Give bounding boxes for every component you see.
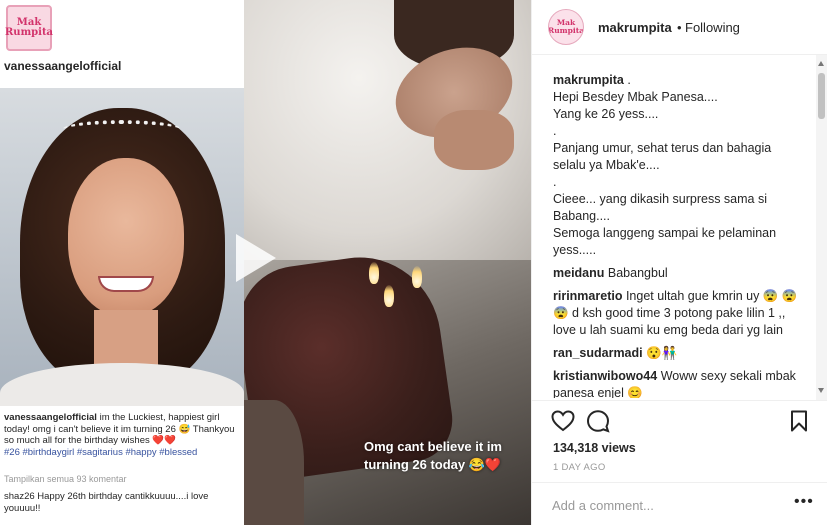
tiara xyxy=(62,120,182,140)
comment-item: meidanu Babangbul xyxy=(553,266,668,280)
comments-list: makrumpita . Hepi Besdey Mbak Panesa....… xyxy=(553,72,803,398)
reposted-post-header: Mak Rumpita vanessaangelofficial xyxy=(0,0,244,88)
view-count[interactable]: 134,318 views xyxy=(553,441,636,455)
candle-flame xyxy=(412,266,422,288)
instagram-post-view: Mak Rumpita vanessaangelofficial vanessa… xyxy=(0,0,827,525)
scroll-down-arrow-icon[interactable] xyxy=(818,388,824,393)
play-icon[interactable] xyxy=(236,234,276,282)
post-side-panel: Mak Rumpita makrumpita • Following makru… xyxy=(531,0,827,525)
like-heart-icon[interactable] xyxy=(551,409,575,433)
separator-dot: • xyxy=(677,20,682,35)
mak-rumpita-logo: Mak Rumpita xyxy=(5,5,53,51)
caption-username[interactable]: makrumpita xyxy=(553,73,624,87)
candle-flame xyxy=(369,262,379,284)
post-caption: makrumpita . Hepi Besdey Mbak Panesa....… xyxy=(553,73,777,257)
reposted-caption: vanessaangelofficial im the Luckiest, ha… xyxy=(4,412,235,458)
post-date[interactable]: 1 DAY AGO xyxy=(553,462,606,473)
view-all-comments: Tampilkan semua 93 komentar xyxy=(4,474,127,484)
video-overlay-text: Omg cant believe it im turning 26 today … xyxy=(364,439,502,472)
candle-flame xyxy=(384,285,394,307)
portrait-photo xyxy=(0,88,244,406)
action-bar xyxy=(532,400,827,440)
comment-bubble-icon[interactable] xyxy=(586,409,610,433)
add-comment-bar: ••• xyxy=(532,482,827,525)
more-options-icon[interactable]: ••• xyxy=(794,493,814,511)
comment-username[interactable]: ririnmaretio xyxy=(553,289,622,303)
comment-username[interactable]: kristianwibowo44 xyxy=(553,369,657,383)
comment-item: ran_sudarmadi 😯👫 xyxy=(553,346,678,360)
reposted-photo-panel: Mak Rumpita vanessaangelofficial vanessa… xyxy=(0,0,244,525)
scrollbar[interactable] xyxy=(816,55,827,400)
following-button[interactable]: Following xyxy=(685,20,740,35)
scroll-up-arrow-icon[interactable] xyxy=(818,61,824,66)
video-player[interactable]: Mak Rumpita vanessaangelofficial vanessa… xyxy=(0,0,531,525)
reposted-comment: shaz26 Happy 26th birthday cantikkuuuu..… xyxy=(4,491,209,514)
comment-username[interactable]: ran_sudarmadi xyxy=(553,346,643,360)
comment-item: ririnmaretio Inget ultah gue kmrin uy 😨 … xyxy=(553,289,798,337)
bookmark-icon[interactable] xyxy=(787,409,811,433)
comment-input[interactable] xyxy=(552,495,772,515)
post-header: Mak Rumpita makrumpita • Following xyxy=(532,0,827,55)
reposted-username: vanessaangelofficial xyxy=(4,59,122,73)
hashtags: #26 #birthdaygirl #sagitarius #happy #bl… xyxy=(4,446,198,458)
avatar[interactable]: Mak Rumpita xyxy=(548,9,584,45)
header-username[interactable]: makrumpita xyxy=(598,20,672,35)
comment-username[interactable]: meidanu xyxy=(553,266,604,280)
scrollbar-thumb[interactable] xyxy=(818,73,825,119)
comment-item: kristianwibowo44 Woww sexy sekali mbak p… xyxy=(553,369,796,398)
